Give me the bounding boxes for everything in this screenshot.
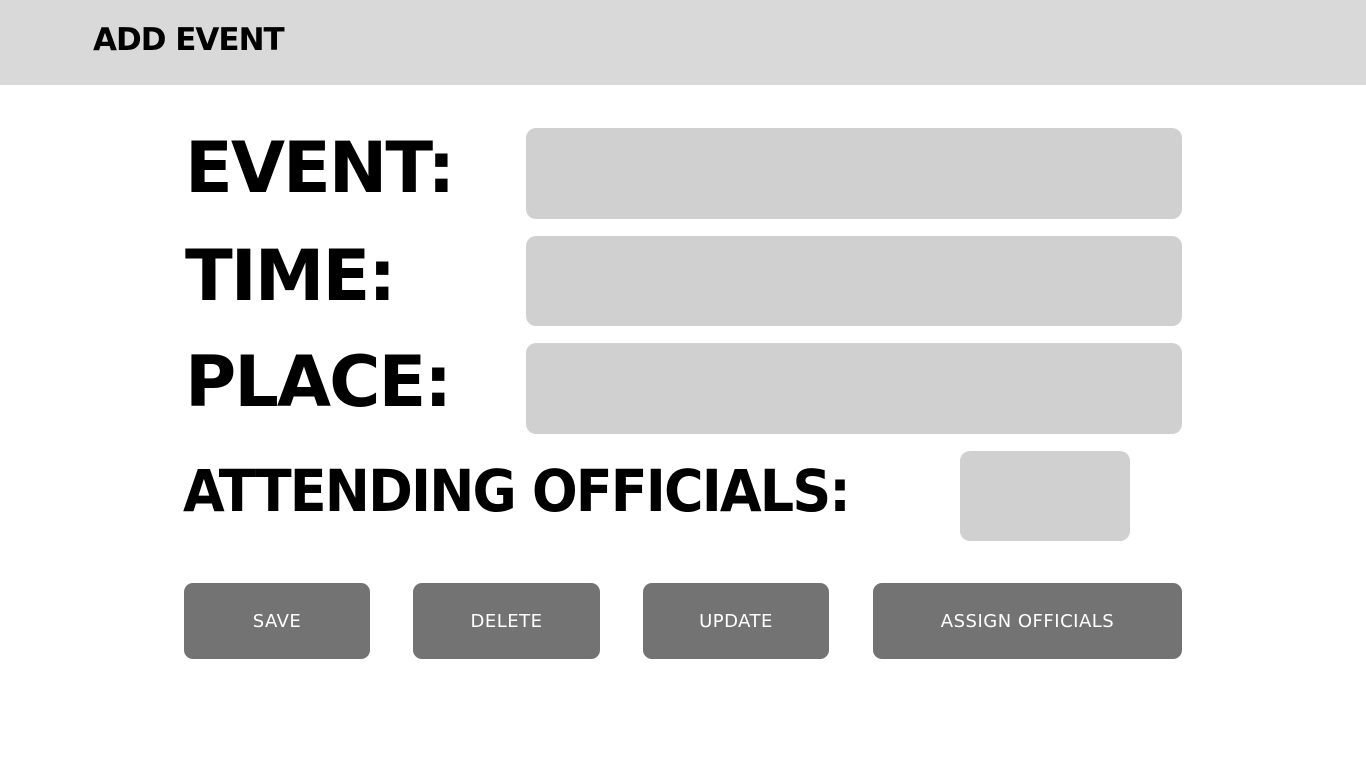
assign-officials-button[interactable]: ASSIGN OFFICIALS — [873, 583, 1182, 659]
place-input[interactable] — [526, 343, 1182, 434]
event-label: EVENT: — [185, 127, 455, 209]
attending-officials-input[interactable] — [960, 451, 1130, 541]
place-label: PLACE: — [185, 341, 452, 423]
time-input[interactable] — [526, 236, 1182, 326]
time-label: TIME: — [185, 235, 396, 317]
update-button[interactable]: UPDATE — [643, 583, 829, 659]
page-title: ADD EVENT — [93, 22, 285, 58]
attending-officials-label: ATTENDING OFFICIALS: — [183, 457, 851, 525]
event-input[interactable] — [526, 128, 1182, 219]
save-button[interactable]: SAVE — [184, 583, 370, 659]
delete-button[interactable]: DELETE — [413, 583, 600, 659]
header-bar: ADD EVENT — [0, 0, 1366, 85]
